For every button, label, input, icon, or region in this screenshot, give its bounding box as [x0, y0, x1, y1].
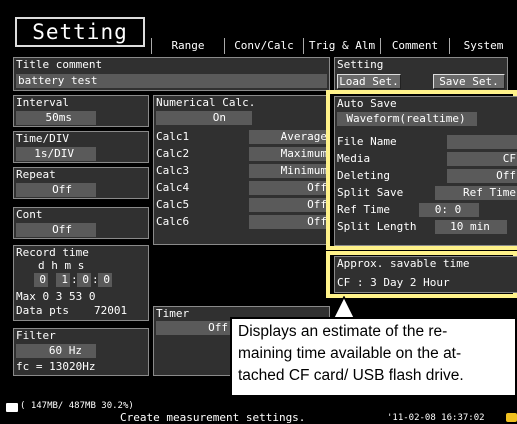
status-message: Create measurement settings. — [120, 411, 306, 424]
load-settings-button[interactable]: Load Set. — [337, 74, 401, 89]
file-name-field[interactable] — [447, 135, 517, 149]
callout-box: Displays an estimate of the re- maining … — [230, 317, 517, 397]
file-name-label: File Name — [337, 135, 397, 148]
split-length-label: Split Length — [337, 220, 417, 233]
tab-range[interactable]: Range — [151, 38, 224, 54]
media-field[interactable]: CF — [447, 152, 517, 166]
tab-conv-calc[interactable]: Conv/Calc — [224, 38, 303, 54]
repeat-field[interactable]: Off — [16, 183, 96, 197]
setting-label: Setting — [337, 58, 384, 71]
calc5-label: Calc5 — [156, 198, 190, 211]
callout-line-3: tached CF card/ USB flash drive. — [238, 367, 464, 384]
record-time-max: Max 0 3 53 0 — [16, 290, 96, 303]
tab-trig-alm[interactable]: Trig & Alm — [303, 38, 380, 54]
calc4-field[interactable]: Off — [249, 181, 329, 195]
approx-value: CF : 3 Day 2 Hour — [337, 276, 450, 289]
callout-line-1: Displays an estimate of the re- — [238, 323, 448, 340]
timer-label: Timer — [156, 307, 190, 320]
cont-label: Cont — [16, 208, 43, 221]
filter-cutoff: fc = 13020Hz — [16, 360, 96, 373]
data-pts-label: Data pts — [16, 304, 69, 317]
interval-label: Interval — [16, 96, 69, 109]
record-hours-field[interactable]: 1 — [56, 273, 70, 287]
save-settings-button[interactable]: Save Set. — [433, 74, 505, 89]
time-div-panel: Time/DIV 1s/DIV — [13, 131, 149, 163]
split-length-field[interactable]: 10 min — [435, 220, 507, 234]
time-div-field[interactable]: 1s/DIV — [16, 147, 96, 161]
cf-card-icon — [6, 403, 18, 412]
calc4-label: Calc4 — [156, 181, 190, 194]
calc6-field[interactable]: Off — [249, 215, 329, 229]
deleting-field[interactable]: Off — [447, 169, 517, 183]
approx-label: Approx. savable time — [337, 257, 470, 270]
title-tab: Setting — [0, 0, 150, 50]
calc1-field[interactable]: Average — [249, 130, 329, 144]
calc2-field[interactable]: Maximum — [249, 147, 329, 161]
auto-save-label: Auto Save — [337, 97, 397, 110]
filter-field[interactable]: 60 Hz — [16, 344, 96, 358]
split-save-label: Split Save — [337, 186, 404, 199]
auto-save-mode-field[interactable]: Waveform(realtime) — [337, 112, 477, 126]
record-time-panel: Record time d h m s 0 1 : 0 : 0 Max 0 3 … — [13, 245, 149, 321]
auto-save-panel: Auto Save Waveform(realtime) File Name M… — [334, 96, 517, 246]
deleting-label: Deleting — [337, 169, 390, 182]
repeat-panel: Repeat Off — [13, 167, 149, 199]
filter-label: Filter — [16, 329, 56, 342]
record-time-label: Record time — [16, 246, 89, 259]
status-bar: ( 147MB/ 487MB 30.2%) Create measurement… — [0, 401, 517, 424]
interval-panel: Interval 50ms — [13, 95, 149, 127]
title-comment-label: Title comment — [16, 58, 103, 71]
calc6-label: Calc6 — [156, 215, 190, 228]
filter-panel: Filter 60 Hz fc = 13020Hz — [13, 328, 149, 376]
record-time-units: d h m s — [38, 259, 85, 272]
title-comment-panel: Title comment battery test — [13, 57, 330, 91]
numerical-calc-field[interactable]: On — [156, 111, 252, 125]
ref-time-label: Ref Time — [337, 203, 390, 216]
page-title: Setting — [15, 17, 145, 47]
timer-field[interactable]: Off — [156, 321, 232, 335]
record-minutes-field[interactable]: 0 — [77, 273, 91, 287]
time-div-label: Time/DIV — [16, 132, 69, 145]
callout-line-2: maining time available on the at- — [238, 345, 462, 362]
calc5-field[interactable]: Off — [249, 198, 329, 212]
status-datetime: '11-02-08 16:37:02 — [387, 413, 485, 423]
setting-panel: Setting Load Set. Save Set. — [334, 57, 508, 91]
calc2-label: Calc2 — [156, 147, 190, 160]
calc3-field[interactable]: Minimum — [249, 164, 329, 178]
cont-panel: Cont Off — [13, 207, 149, 239]
numerical-calc-label: Numerical Calc. — [156, 96, 256, 109]
interval-field[interactable]: 50ms — [16, 111, 96, 125]
storage-info: ( 147MB/ 487MB 30.2%) — [20, 401, 134, 411]
title-comment-field[interactable]: battery test — [16, 74, 327, 88]
tab-comment[interactable]: Comment — [380, 38, 449, 54]
split-save-field[interactable]: Ref Time — [435, 186, 517, 200]
tab-system[interactable]: System — [449, 38, 517, 54]
repeat-label: Repeat — [16, 168, 56, 181]
ref-time-field[interactable]: 0: 0 — [419, 203, 479, 217]
calc1-label: Calc1 — [156, 130, 190, 143]
cont-field[interactable]: Off — [16, 223, 96, 237]
numerical-calc-panel: Numerical Calc. On Calc1 Average Calc2 M… — [153, 95, 330, 245]
record-days-field[interactable]: 0 — [34, 273, 48, 287]
media-label: Media — [337, 152, 371, 165]
calc3-label: Calc3 — [156, 164, 190, 177]
record-seconds-field[interactable]: 0 — [98, 273, 112, 287]
approx-panel: Approx. savable time CF : 3 Day 2 Hour — [334, 256, 517, 293]
warning-icon — [506, 413, 517, 422]
data-pts-value: 72001 — [94, 304, 128, 317]
